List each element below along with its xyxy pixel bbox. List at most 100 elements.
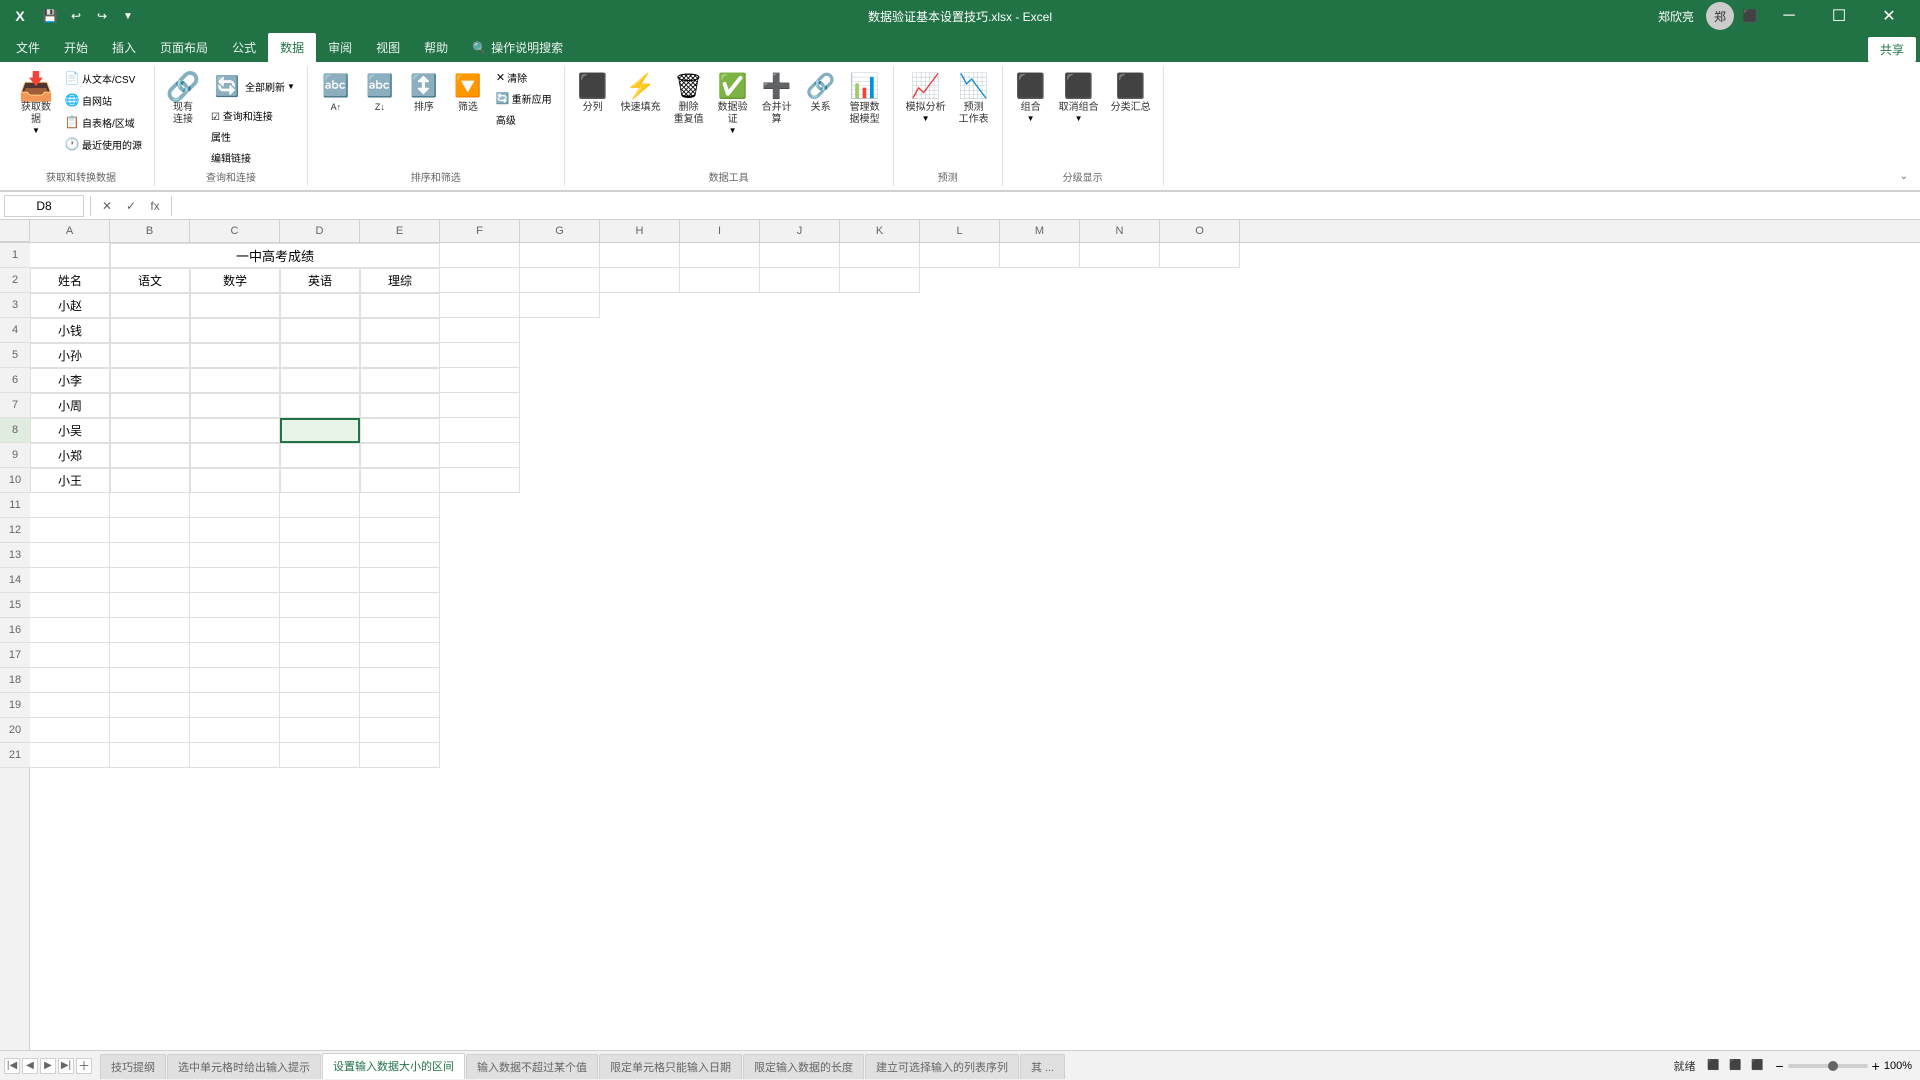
cell-B20[interactable] (110, 718, 190, 743)
row-num-20[interactable]: 20 (0, 718, 30, 743)
cell-C6[interactable] (190, 368, 280, 393)
cell-J1[interactable] (760, 243, 840, 268)
cell-C13[interactable] (190, 543, 280, 568)
cell-B11[interactable] (110, 493, 190, 518)
cell-F5[interactable] (440, 343, 520, 368)
cell-C17[interactable] (190, 643, 280, 668)
sheet-nav-first[interactable]: |◀ (4, 1058, 20, 1074)
cell-G3[interactable] (520, 293, 600, 318)
row-num-15[interactable]: 15 (0, 593, 30, 618)
confirm-formula-btn[interactable]: ✓ (121, 196, 141, 216)
text-to-columns-btn[interactable]: ⬛ 分列 (573, 68, 613, 116)
cell-C2[interactable]: 数学 (190, 268, 280, 293)
sheet-tab-7[interactable]: 建立可选择输入的列表序列 (865, 1054, 1019, 1079)
cell-A17[interactable] (30, 643, 110, 668)
close-btn[interactable]: ✕ (1866, 0, 1912, 32)
tab-data[interactable]: 数据 (268, 33, 316, 62)
cell-B3[interactable] (110, 293, 190, 318)
sheet-tab-1[interactable]: 技巧提纲 (100, 1054, 166, 1079)
cell-D5[interactable] (280, 343, 360, 368)
cell-D17[interactable] (280, 643, 360, 668)
cell-B18[interactable] (110, 668, 190, 693)
col-header-J[interactable]: J (760, 220, 840, 242)
page-layout-view-btn[interactable]: ⬛ (1725, 1056, 1745, 1076)
cell-M1[interactable] (1000, 243, 1080, 268)
row-num-21[interactable]: 21 (0, 743, 30, 768)
group-btn[interactable]: ⬛ 组合 ▼ (1011, 68, 1051, 125)
cell-C11[interactable] (190, 493, 280, 518)
cell-D6[interactable] (280, 368, 360, 393)
sort-btn[interactable]: ↕️ 排序 (404, 68, 444, 116)
cell-F4[interactable] (440, 318, 520, 343)
row-num-12[interactable]: 12 (0, 518, 30, 543)
cell-O1[interactable] (1160, 243, 1240, 268)
existing-connections-btn[interactable]: 🔗 现有连接 (163, 68, 203, 128)
cell-B15[interactable] (110, 593, 190, 618)
tab-review[interactable]: 审阅 (316, 33, 364, 62)
cell-C3[interactable] (190, 293, 280, 318)
quick-access-more[interactable]: ▼ (116, 4, 140, 28)
cell-L1[interactable] (920, 243, 1000, 268)
cell-D20[interactable] (280, 718, 360, 743)
cell-B5[interactable] (110, 343, 190, 368)
cell-A10[interactable]: 小王 (30, 468, 110, 493)
cell-D21[interactable] (280, 743, 360, 768)
cell-C12[interactable] (190, 518, 280, 543)
cell-E18[interactable] (360, 668, 440, 693)
manage-model-btn[interactable]: 📊 管理数据模型 (845, 68, 885, 128)
cell-E19[interactable] (360, 693, 440, 718)
cell-A3[interactable]: 小赵 (30, 293, 110, 318)
cell-A6[interactable]: 小李 (30, 368, 110, 393)
sheet-tab-3[interactable]: 设置输入数据大小的区间 (322, 1053, 465, 1079)
cell-F8[interactable] (440, 418, 520, 443)
cell-C18[interactable] (190, 668, 280, 693)
cell-A5[interactable]: 小孙 (30, 343, 110, 368)
row-num-7[interactable]: 7 (0, 393, 30, 418)
col-header-H[interactable]: H (600, 220, 680, 242)
cell-C5[interactable] (190, 343, 280, 368)
from-web-btn[interactable]: 🌐 自网站 (60, 90, 146, 110)
col-header-I[interactable]: I (680, 220, 760, 242)
clear-btn[interactable]: ✕ 清除 (492, 68, 556, 87)
cell-F3[interactable] (440, 293, 520, 318)
col-header-B[interactable]: B (110, 220, 190, 242)
advanced-btn[interactable]: 高级 (492, 110, 556, 129)
remove-duplicates-btn[interactable]: 🗑 删除重复值 (669, 68, 709, 128)
cell-B12[interactable] (110, 518, 190, 543)
ribbon-display-options[interactable]: ⬛ (1738, 4, 1762, 28)
zoom-slider[interactable] (1788, 1064, 1868, 1068)
cell-E17[interactable] (360, 643, 440, 668)
cell-D10[interactable] (280, 468, 360, 493)
cell-A4[interactable]: 小钱 (30, 318, 110, 343)
cell-E15[interactable] (360, 593, 440, 618)
row-num-19[interactable]: 19 (0, 693, 30, 718)
row-num-14[interactable]: 14 (0, 568, 30, 593)
cell-E8[interactable] (360, 418, 440, 443)
cell-C20[interactable] (190, 718, 280, 743)
relationships-btn[interactable]: 🔗 关系 (801, 68, 841, 116)
add-sheet-btn[interactable]: ＋ (76, 1058, 92, 1074)
col-header-O[interactable]: O (1160, 220, 1240, 242)
col-header-F[interactable]: F (440, 220, 520, 242)
cell-D18[interactable] (280, 668, 360, 693)
cancel-formula-btn[interactable]: ✕ (97, 196, 117, 216)
cell-B4[interactable] (110, 318, 190, 343)
row-num-13[interactable]: 13 (0, 543, 30, 568)
row-num-9[interactable]: 9 (0, 443, 30, 468)
cell-F2[interactable] (440, 268, 520, 293)
zoom-out-btn[interactable]: − (1775, 1058, 1783, 1074)
sheet-nav-next[interactable]: ▶ (40, 1058, 56, 1074)
cell-D9[interactable] (280, 443, 360, 468)
refresh-all-btn[interactable]: 🔄 全部刷新 ▼ (207, 68, 299, 104)
cell-C9[interactable] (190, 443, 280, 468)
row-num-3[interactable]: 3 (0, 293, 30, 318)
cell-E14[interactable] (360, 568, 440, 593)
cell-E12[interactable] (360, 518, 440, 543)
cell-D8[interactable] (280, 418, 360, 443)
redo-quick-btn[interactable]: ↪ (90, 4, 114, 28)
cell-B16[interactable] (110, 618, 190, 643)
page-break-view-btn[interactable]: ⬛ (1747, 1056, 1767, 1076)
cell-A13[interactable] (30, 543, 110, 568)
tab-insert[interactable]: 插入 (100, 33, 148, 62)
cell-C16[interactable] (190, 618, 280, 643)
